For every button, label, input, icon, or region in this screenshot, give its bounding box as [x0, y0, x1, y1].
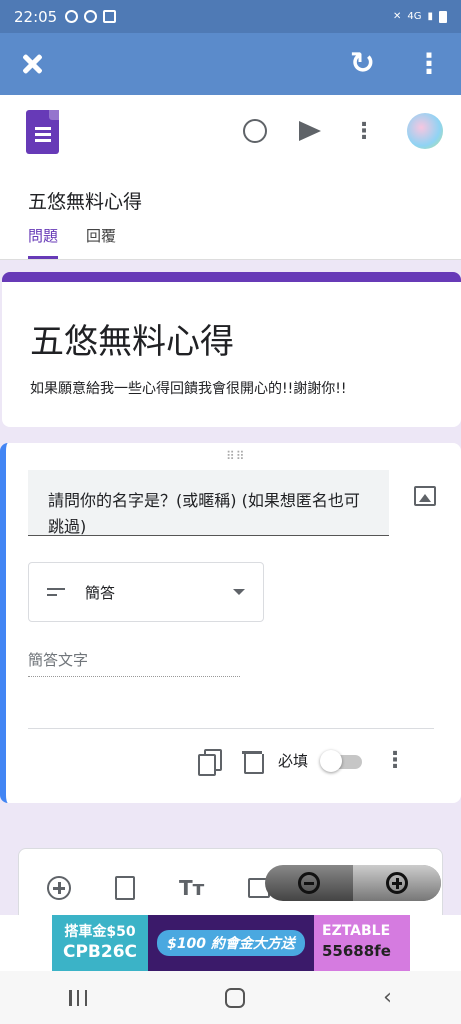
ad-middle-text: $100 約會金大方送 [157, 930, 305, 956]
question-more-icon[interactable]: ⋮ [384, 748, 406, 773]
form-header: ⋮ 五悠無料心得 問題 回覆 [0, 95, 461, 260]
ad-middle[interactable]: $100 約會金大方送 [148, 915, 314, 971]
battery-icon [439, 10, 447, 23]
question-card[interactable]: ⠿⠿ 請問你的名字是？(或暱稱) (如果想匿名也可跳過) 簡答 簡答文字 必填 … [0, 443, 461, 803]
ad-left-code: CPB26C [62, 942, 138, 962]
account-icon [65, 10, 79, 23]
palette-icon[interactable] [243, 119, 267, 143]
logo-line [35, 127, 51, 130]
logo-line [35, 139, 51, 142]
signal-icon: ▮ [427, 11, 433, 22]
status-time: 22:05 [14, 7, 58, 26]
form-canvas: 五悠無料心得 如果願意給我一些心得回饋我會很開心的!!謝謝你!! ⠿⠿ 請問你的… [0, 260, 461, 928]
duplicate-icon[interactable] [198, 748, 222, 776]
zoom-in-icon [386, 872, 408, 894]
form-title-heading[interactable]: 五悠無料心得 [30, 314, 234, 363]
divider [28, 728, 434, 729]
zoom-out-button[interactable] [265, 865, 353, 901]
answer-placeholder: 簡答文字 [28, 647, 240, 677]
google-forms-logo-icon[interactable] [26, 110, 59, 154]
chat-icon [84, 10, 98, 23]
header-actions: ⋮ [243, 113, 443, 149]
form-title: 五悠無料心得 [28, 191, 143, 213]
tab-responses[interactable]: 回覆 [86, 225, 116, 259]
add-question-icon[interactable] [47, 876, 71, 900]
zoom-in-button[interactable] [353, 865, 441, 901]
tab-bar: 問題 回覆 [28, 225, 116, 259]
delete-icon[interactable] [242, 750, 264, 774]
question-actions: 必填 ⋮ [198, 748, 406, 776]
zoom-control [265, 865, 441, 901]
required-toggle[interactable] [320, 749, 363, 772]
tab-questions[interactable]: 問題 [28, 225, 59, 259]
title-card[interactable]: 五悠無料心得 如果願意給我一些心得回饋我會很開心的!!謝謝你!! [2, 272, 461, 427]
network-type: 4G [407, 11, 422, 22]
overflow-menu-icon[interactable]: ⋮ [415, 50, 443, 78]
import-questions-icon[interactable] [115, 876, 135, 900]
dropdown-arrow-icon [233, 589, 245, 595]
app-notification-icon [103, 10, 117, 23]
status-bar: 22:05 ✕ 4G ▮ [0, 0, 461, 33]
close-icon[interactable] [18, 50, 46, 78]
send-icon[interactable] [299, 121, 321, 141]
question-type-label: 簡答 [85, 583, 116, 602]
app-bar: ↻ ⋮ [0, 33, 461, 95]
zoom-out-icon [298, 872, 320, 894]
question-title-input[interactable]: 請問你的名字是？(或暱稱) (如果想匿名也可跳過) [28, 470, 389, 536]
drag-handle-icon[interactable]: ⠿⠿ [226, 449, 246, 463]
recent-apps-icon[interactable] [69, 989, 88, 1006]
toggle-knob [320, 749, 343, 772]
ad-left[interactable]: 搭車金$50 CPB26C [52, 915, 148, 971]
form-description[interactable]: 如果願意給我一些心得回饋我會很開心的!!謝謝你!! [30, 378, 346, 398]
required-label: 必填 [278, 752, 309, 770]
system-nav-bar: ‹ [0, 971, 461, 1024]
add-title-icon[interactable]: Tт [179, 876, 204, 900]
back-icon[interactable]: ‹ [383, 985, 392, 1010]
question-type-dropdown[interactable]: 簡答 [28, 562, 264, 622]
ad-right-code: 55688fe [322, 942, 391, 960]
ad-right[interactable]: EZTABLE 55688fe [314, 915, 410, 971]
mute-icon: ✕ [392, 11, 402, 22]
refresh-icon[interactable]: ↻ [350, 49, 375, 79]
ad-right-brand: EZTABLE [322, 923, 391, 939]
home-icon[interactable] [225, 987, 246, 1008]
ad-banner[interactable]: 搭車金$50 CPB26C $100 約會金大方送 EZTABLE 55688f… [0, 915, 461, 971]
status-right: ✕ 4G ▮ [392, 10, 447, 23]
add-image-icon[interactable] [414, 486, 436, 506]
logo-line [35, 133, 51, 136]
more-options-icon[interactable]: ⋮ [353, 119, 375, 144]
avatar[interactable] [407, 113, 443, 149]
short-answer-icon [47, 584, 65, 600]
ad-left-text: 搭車金$50 [64, 924, 136, 940]
